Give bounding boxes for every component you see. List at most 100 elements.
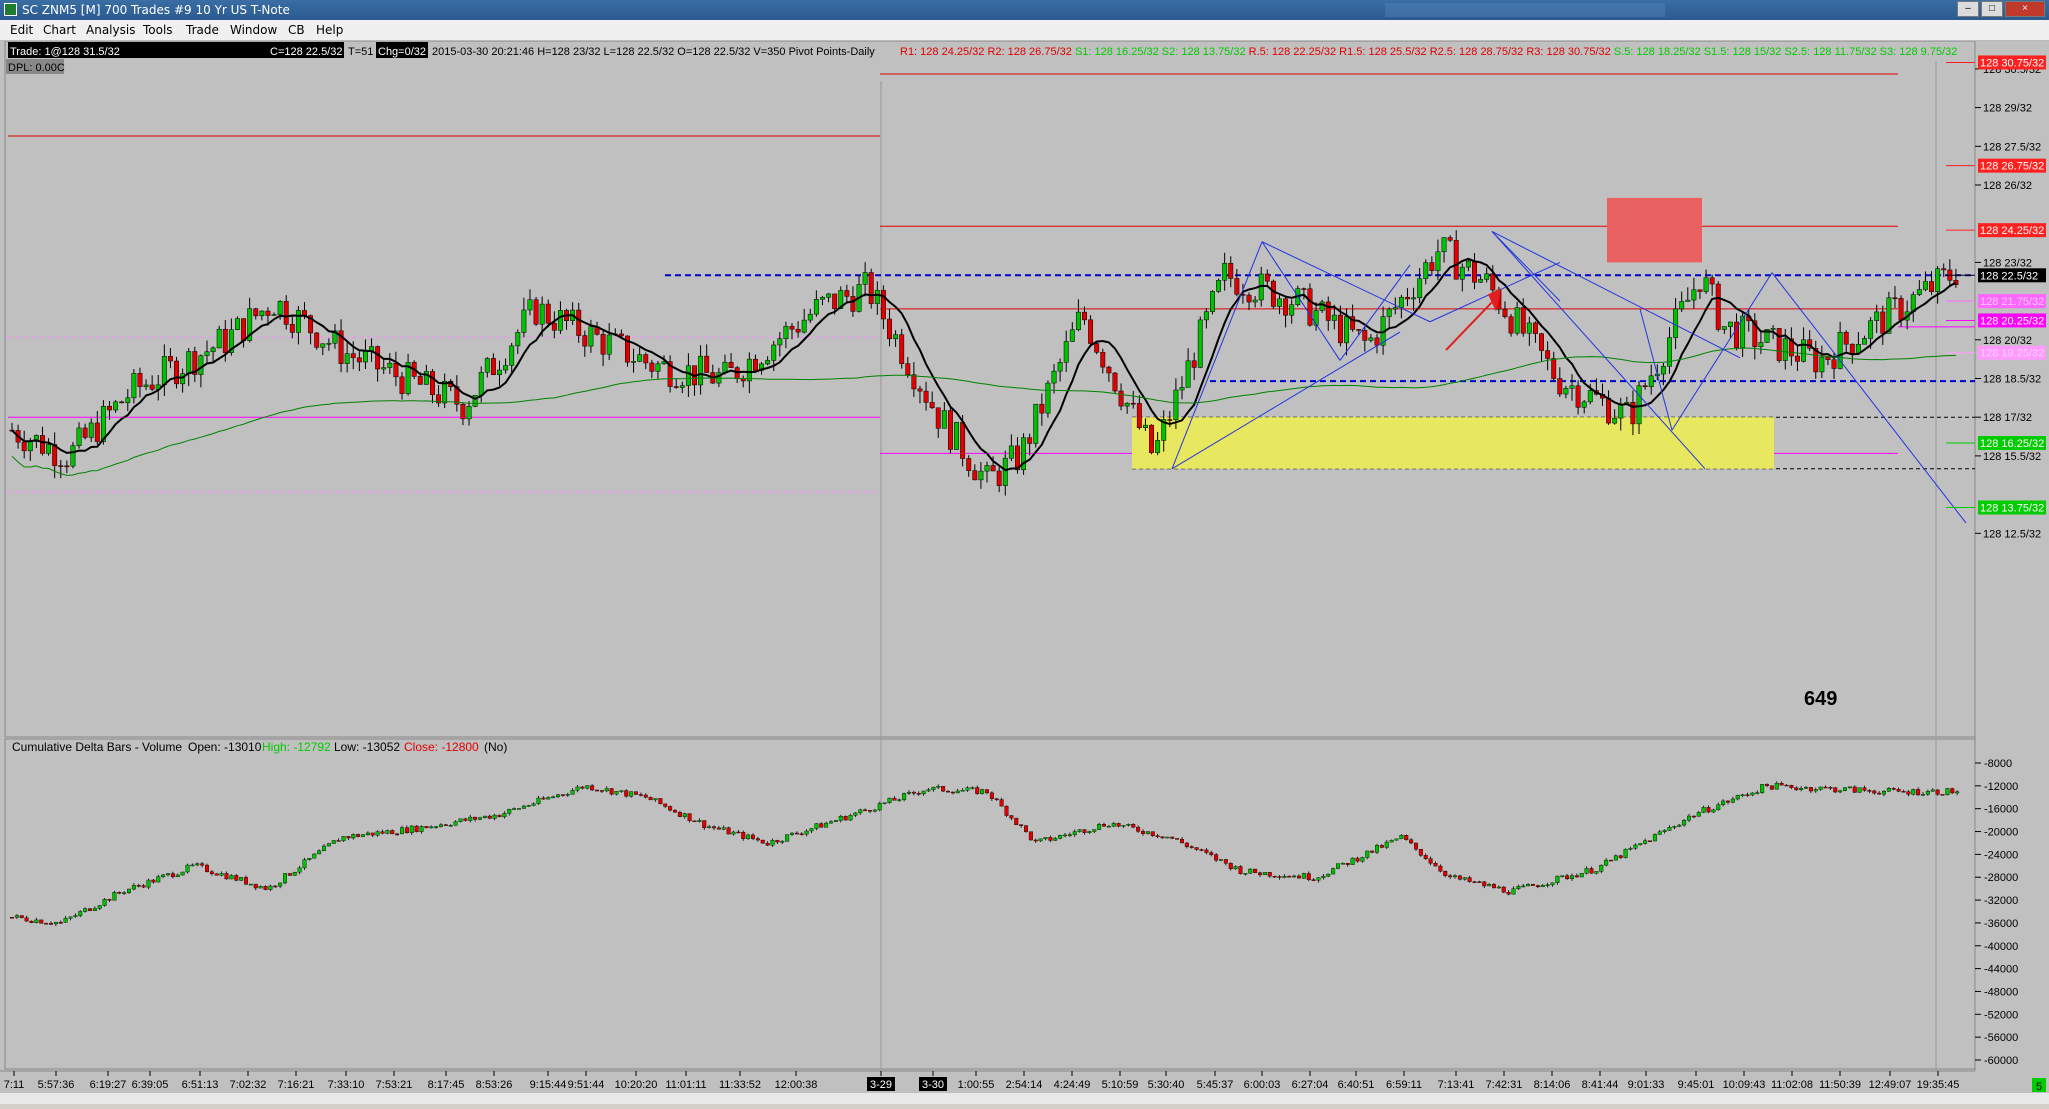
delta-bar bbox=[1574, 875, 1579, 878]
delta-bar bbox=[585, 785, 590, 789]
menu-analysis[interactable]: Analysis bbox=[86, 23, 135, 37]
candle-body bbox=[1179, 387, 1185, 391]
delta-bar bbox=[1140, 831, 1145, 834]
delta-bar bbox=[858, 809, 863, 814]
delta-bar bbox=[434, 826, 439, 828]
candle-body bbox=[1459, 266, 1465, 280]
delta-bar bbox=[638, 794, 643, 796]
price-pane[interactable] bbox=[4, 40, 1976, 738]
menu-window[interactable]: Window bbox=[230, 23, 277, 37]
candle-body bbox=[1118, 390, 1124, 407]
study-high: High: -12792 bbox=[262, 740, 331, 754]
candle-body bbox=[137, 373, 143, 387]
delta-bar bbox=[848, 815, 853, 821]
maximize-button[interactable]: □ bbox=[1981, 1, 2003, 17]
study-tick-label: -28000 bbox=[1984, 872, 2018, 884]
delta-bar bbox=[1448, 875, 1453, 878]
time-tick-label: 7:13:41 bbox=[1438, 1079, 1475, 1091]
study-tick-label: -60000 bbox=[1984, 1055, 2018, 1067]
delta-bar bbox=[1828, 787, 1833, 789]
delta-bar bbox=[239, 877, 244, 881]
delta-bar bbox=[521, 805, 526, 809]
delta-bar bbox=[551, 796, 556, 799]
candle-body bbox=[789, 326, 795, 330]
candle-body bbox=[698, 355, 704, 386]
delta-bar bbox=[1725, 800, 1730, 803]
delta-bar bbox=[1711, 809, 1716, 813]
delta-bar bbox=[278, 882, 283, 887]
candle-body bbox=[70, 445, 76, 467]
pivot-label: S2: 128 13.75/32 bbox=[1162, 46, 1249, 58]
price-badge: 128 24.25/32 bbox=[1980, 225, 2044, 237]
minimize-button[interactable]: – bbox=[1957, 1, 1979, 17]
close-button[interactable]: × bbox=[2005, 1, 2045, 17]
chart-window[interactable]: Trade: 1@128 31.5/32 ZNM5 [M] 700 Trades… bbox=[0, 40, 2049, 1104]
price-badge: 128 19.25/32 bbox=[1980, 348, 2044, 360]
candle-body bbox=[1203, 311, 1209, 321]
delta-bar bbox=[1526, 884, 1531, 887]
candle-body bbox=[551, 322, 557, 331]
chart-canvas[interactable]: Trade: 1@128 31.5/32 ZNM5 [M] 700 Trades… bbox=[0, 40, 2049, 1104]
delta-bar bbox=[765, 842, 770, 846]
delta-bar bbox=[902, 793, 907, 800]
candle-body bbox=[1130, 402, 1136, 405]
delta-bar bbox=[648, 797, 653, 801]
time-tick-label: 8:14:06 bbox=[1534, 1079, 1571, 1091]
candle-body bbox=[1679, 301, 1685, 310]
candle-body bbox=[1100, 352, 1106, 368]
delta-bar bbox=[1350, 857, 1355, 865]
delta-bar bbox=[122, 892, 127, 894]
candle-body bbox=[58, 465, 64, 467]
candle-body bbox=[503, 365, 509, 371]
horizontal-scrollbar[interactable] bbox=[0, 1093, 2049, 1104]
delta-bar bbox=[1019, 824, 1024, 826]
delta-bar bbox=[317, 850, 322, 855]
delta-bar bbox=[390, 830, 395, 835]
delta-bar bbox=[1160, 836, 1165, 839]
delta-bar bbox=[1467, 877, 1472, 882]
menu-edit[interactable]: Edit bbox=[10, 23, 33, 37]
menu-chart[interactable]: Chart bbox=[43, 23, 76, 37]
time-tick-label: 19:35:45 bbox=[1917, 1079, 1960, 1091]
candle-body bbox=[375, 346, 381, 370]
candle-body bbox=[161, 356, 167, 386]
time-tick-label: 12:00:38 bbox=[775, 1079, 818, 1091]
delta-bar bbox=[497, 814, 502, 818]
study-pane[interactable] bbox=[4, 738, 1976, 1070]
time-tick-label: 5:57:36 bbox=[38, 1079, 75, 1091]
time-tick-label: 5:30:40 bbox=[1148, 1079, 1185, 1091]
menu-trade[interactable]: Trade bbox=[186, 23, 219, 37]
delta-bar bbox=[955, 790, 960, 794]
delta-bar bbox=[331, 840, 336, 844]
close-label: C=128 22.5/32 bbox=[270, 46, 342, 58]
candle-body bbox=[1301, 288, 1307, 290]
candle-body bbox=[27, 441, 33, 452]
delta-bar bbox=[1482, 881, 1487, 887]
candle-body bbox=[241, 318, 247, 341]
delta-bar bbox=[49, 923, 54, 925]
delta-bar bbox=[151, 879, 156, 883]
delta-bar bbox=[575, 786, 580, 791]
delta-bar bbox=[804, 830, 809, 835]
candle-body bbox=[1557, 378, 1563, 395]
menu-help[interactable]: Help bbox=[316, 23, 343, 37]
delta-bar bbox=[1409, 839, 1414, 844]
menu-cb[interactable]: CB bbox=[288, 23, 305, 37]
delta-bar bbox=[146, 879, 151, 888]
delta-bar bbox=[604, 788, 609, 792]
menu-tools[interactable]: Tools bbox=[143, 23, 173, 37]
delta-bar bbox=[1833, 787, 1838, 793]
candle-body bbox=[1472, 260, 1477, 283]
delta-bar bbox=[1214, 854, 1219, 861]
delta-bar bbox=[414, 825, 419, 832]
delta-bar bbox=[1521, 885, 1526, 888]
candle-body bbox=[1532, 322, 1538, 334]
time-tick-label: 7:33:10 bbox=[328, 1079, 365, 1091]
candle-body bbox=[1892, 297, 1898, 300]
candle-body bbox=[777, 338, 783, 346]
time-tick-label: 11:01:11 bbox=[665, 1079, 706, 1091]
time-tick-label: 1:00:55 bbox=[958, 1079, 995, 1091]
time-tick-label: 7:16:21 bbox=[278, 1079, 315, 1091]
candle-body bbox=[1307, 288, 1313, 326]
time-tick-label: 8:53:26 bbox=[476, 1079, 513, 1091]
